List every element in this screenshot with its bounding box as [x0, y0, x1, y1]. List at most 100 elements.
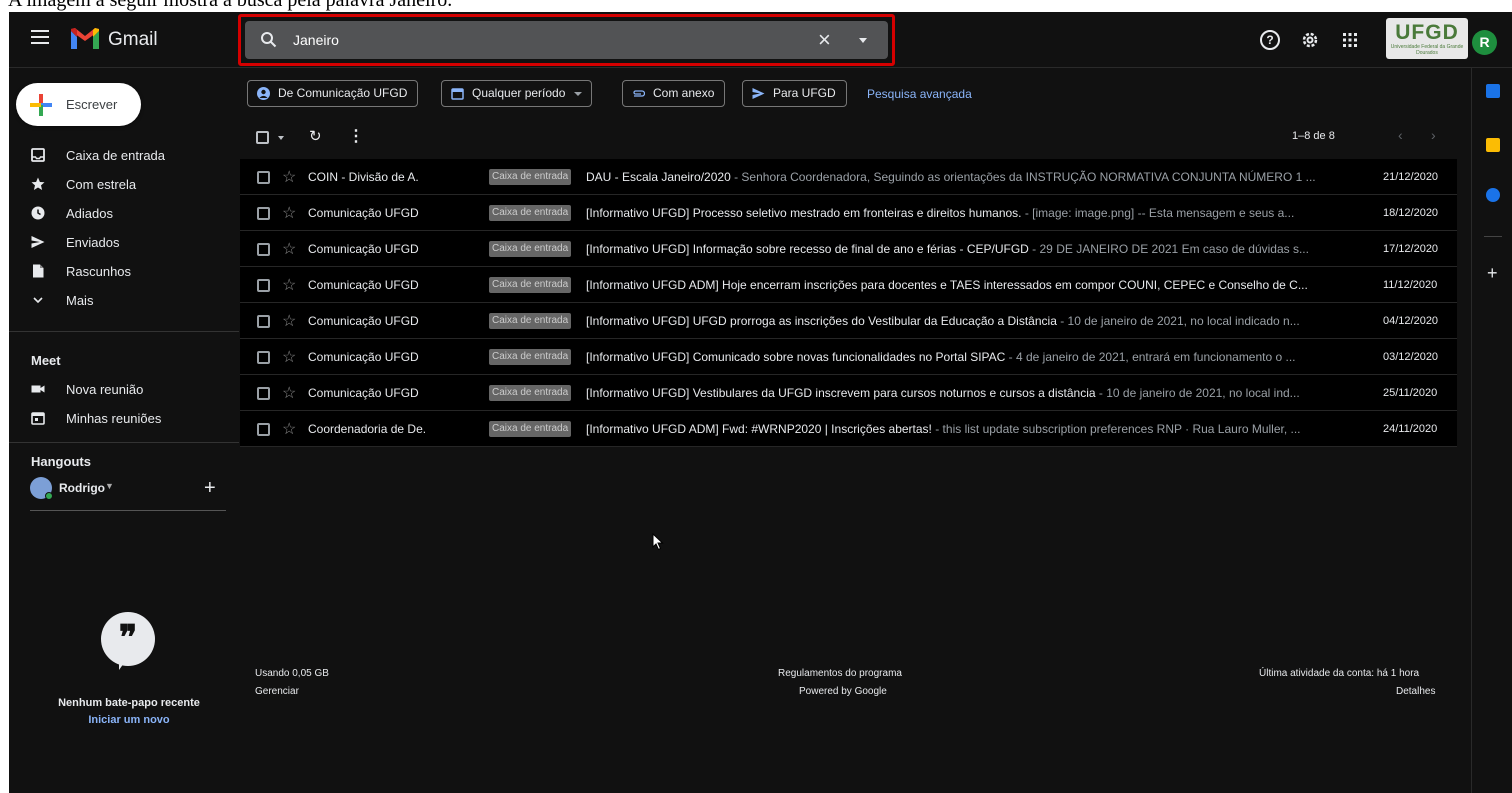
hangouts-title: Hangouts: [31, 454, 91, 469]
gear-icon[interactable]: [1300, 30, 1320, 50]
manage-storage-link[interactable]: Gerenciar: [255, 686, 299, 697]
chip-date[interactable]: Qualquer período: [441, 80, 593, 107]
calendar-icon: [451, 88, 464, 100]
gmail-logo-icon[interactable]: [69, 27, 101, 51]
ufgd-logo-tagline: Universidade Federal da Grande Dourados: [1390, 44, 1464, 56]
add-addon-icon[interactable]: +: [1487, 264, 1498, 282]
nav-label: Caixa de entrada: [66, 148, 166, 163]
email-sender: Comunicação UFGD: [308, 206, 419, 220]
inbox-label-badge[interactable]: Caixa de entrada: [489, 277, 572, 293]
nav-label: Minhas reuniões: [66, 411, 162, 426]
caret-down-icon[interactable]: [859, 38, 867, 43]
nav-snoozed[interactable]: Adiados: [9, 199, 239, 228]
row-checkbox[interactable]: [257, 171, 270, 184]
nav-label: Enviados: [66, 235, 120, 250]
nav-starred[interactable]: Com estrela: [9, 170, 239, 199]
apps-grid-icon[interactable]: [1340, 30, 1360, 50]
draft-icon: [33, 264, 44, 278]
email-sender: Coordenadoria de De.: [308, 422, 427, 436]
inbox-label-badge[interactable]: Caixa de entrada: [489, 313, 572, 329]
star-icon[interactable]: ☆: [282, 311, 296, 331]
more-options-icon[interactable]: ⋮: [348, 126, 364, 146]
star-icon[interactable]: ☆: [282, 167, 296, 187]
row-checkbox[interactable]: [257, 423, 270, 436]
nav-sent[interactable]: Enviados: [9, 228, 239, 257]
caption-text: A imagem a seguir mostra a busca pela pa…: [8, 0, 453, 11]
start-new-chat-link[interactable]: Iniciar um novo: [9, 714, 249, 726]
compose-button[interactable]: Escrever: [16, 83, 141, 126]
nav-new-meeting[interactable]: Nova reunião: [9, 375, 239, 404]
email-row[interactable]: ☆ Comunicação UFGD Caixa de entrada [Inform…: [240, 195, 1457, 231]
email-row[interactable]: ☆ Comunicação UFGD Caixa de entrada [Inform…: [240, 303, 1457, 339]
close-icon[interactable]: ×: [818, 29, 831, 51]
keep-app-icon[interactable]: [1486, 138, 1500, 152]
inbox-label-badge[interactable]: Caixa de entrada: [489, 385, 572, 401]
video-icon: [31, 385, 45, 393]
star-icon[interactable]: ☆: [282, 383, 296, 403]
refresh-icon[interactable]: ↻: [309, 127, 322, 145]
tasks-app-icon[interactable]: [1486, 188, 1500, 202]
email-row[interactable]: ☆ Coordenadoria de De. Caixa de entrada [In…: [240, 411, 1457, 447]
email-subject: [Informativo UFGD] Processo seletivo mes…: [586, 206, 1022, 220]
add-chat-icon[interactable]: +: [204, 478, 216, 498]
nav-more[interactable]: Mais: [9, 286, 239, 315]
help-icon[interactable]: ?: [1260, 30, 1280, 50]
email-row[interactable]: ☆ Comunicação UFGD Caixa de entrada [Inform…: [240, 375, 1457, 411]
side-panel: +: [1471, 68, 1512, 793]
row-checkbox[interactable]: [257, 315, 270, 328]
plus-icon: [30, 94, 52, 116]
email-date: 03/12/2020: [1383, 351, 1439, 363]
search-icon[interactable]: [260, 31, 277, 48]
hangouts-user-name: Rodrigo: [59, 481, 105, 495]
email-row[interactable]: ☆ Comunicação UFGD Caixa de entrada [Inform…: [240, 231, 1457, 267]
details-link[interactable]: Detalhes: [1396, 686, 1435, 697]
email-sender: Comunicação UFGD: [308, 278, 419, 292]
inbox-label-badge[interactable]: Caixa de entrada: [489, 349, 572, 365]
caret-down-icon[interactable]: [278, 136, 284, 140]
email-row[interactable]: ☆ Comunicação UFGD Caixa de entrada [Inform…: [240, 267, 1457, 303]
nav-my-meetings[interactable]: Minhas reuniões: [9, 404, 239, 433]
inbox-label-badge[interactable]: Caixa de entrada: [489, 205, 572, 221]
star-icon[interactable]: ☆: [282, 347, 296, 367]
search-bar[interactable]: ×: [245, 21, 888, 59]
chevron-left-icon[interactable]: ‹: [1398, 127, 1403, 143]
row-checkbox[interactable]: [257, 207, 270, 220]
email-row[interactable]: ☆ Comunicação UFGD Caixa de entrada [Inform…: [240, 339, 1457, 375]
inbox-label-badge[interactable]: Caixa de entrada: [489, 241, 572, 257]
send-icon: [752, 88, 765, 99]
caret-down-icon[interactable]: ▼: [105, 481, 114, 491]
star-icon[interactable]: ☆: [282, 419, 296, 439]
chip-to[interactable]: Para UFGD: [742, 80, 847, 107]
row-checkbox[interactable]: [257, 243, 270, 256]
email-row[interactable]: ☆ COIN - Divisão de A. Caixa de entrada DAU…: [240, 159, 1457, 195]
email-snippet: - 10 de janeiro de 2021, no local ind...: [1095, 386, 1300, 400]
star-icon[interactable]: ☆: [282, 275, 296, 295]
star-icon[interactable]: ☆: [282, 239, 296, 259]
chip-from[interactable]: De Comunicação UFGD: [247, 80, 419, 107]
email-subject: [Informativo UFGD] Vestibulares da UFGD …: [586, 386, 1096, 400]
menu-icon[interactable]: [31, 30, 49, 44]
calendar-icon: [31, 412, 45, 425]
chevron-right-icon[interactable]: ›: [1431, 127, 1436, 143]
row-checkbox[interactable]: [257, 351, 270, 364]
chip-attachment[interactable]: Com anexo: [622, 80, 726, 107]
row-checkbox[interactable]: [257, 387, 270, 400]
star-icon[interactable]: ☆: [282, 203, 296, 223]
advanced-search-link[interactable]: Pesquisa avançada: [867, 87, 972, 101]
inbox-label-badge[interactable]: Caixa de entrada: [489, 169, 572, 185]
select-all-checkbox[interactable]: [256, 131, 269, 144]
nav-inbox[interactable]: Caixa de entrada: [9, 141, 239, 170]
email-preview: DAU - Escala Janeiro/2020 - Senhora Coor…: [586, 170, 1368, 184]
search-input[interactable]: [293, 29, 743, 51]
top-bar: Gmail × ? UFGD: [9, 12, 1512, 68]
email-preview: [Informativo UFGD] UFGD prorroga as insc…: [586, 314, 1368, 328]
account-avatar[interactable]: R: [1472, 30, 1497, 55]
nav-drafts[interactable]: Rascunhos: [9, 257, 239, 286]
email-preview: [Informativo UFGD] Comunicado sobre nova…: [586, 350, 1368, 364]
inbox-label-badge[interactable]: Caixa de entrada: [489, 421, 572, 437]
program-policies-link[interactable]: Regulamentos do programa: [778, 668, 902, 679]
hangouts-divider: [30, 510, 226, 511]
ufgd-logo[interactable]: UFGD Universidade Federal da Grande Dour…: [1386, 18, 1468, 59]
calendar-app-icon[interactable]: [1486, 84, 1500, 98]
row-checkbox[interactable]: [257, 279, 270, 292]
